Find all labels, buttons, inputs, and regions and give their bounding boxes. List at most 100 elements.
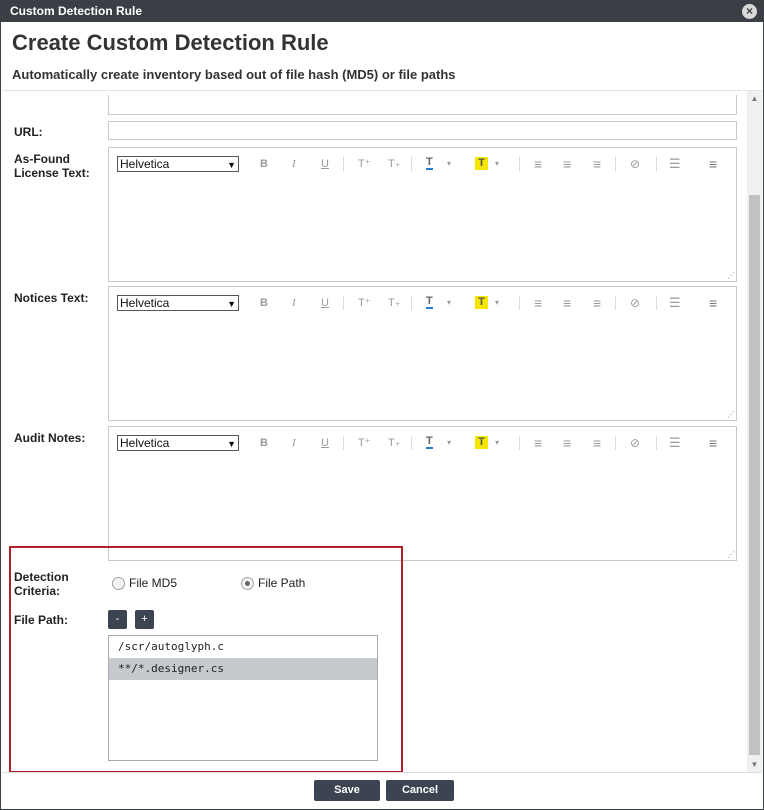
chevron-down-icon: ▼ <box>227 439 236 449</box>
toolbar-divider <box>615 436 616 450</box>
url-input[interactable] <box>108 121 737 140</box>
align-left-icon[interactable]: ≡ <box>534 155 542 173</box>
toolbar-divider <box>411 296 412 310</box>
align-left-icon[interactable]: ≡ <box>534 434 542 452</box>
highlight-icon[interactable]: T <box>475 157 488 170</box>
toolbar-divider <box>519 157 520 171</box>
list-item[interactable]: /scr/autoglyph.c <box>109 636 377 658</box>
font-color-icon[interactable]: T <box>426 294 433 309</box>
file-path-list[interactable]: /scr/autoglyph.c **/*.designer.cs <box>108 635 378 761</box>
font-family-select[interactable]: Helvetica ▼ <box>117 435 239 451</box>
highlight-dropdown-icon[interactable]: ▾ <box>495 155 499 173</box>
highlight-dropdown-icon[interactable]: ▾ <box>495 294 499 312</box>
resize-grip-icon[interactable]: ⋰ <box>727 411 735 419</box>
toolbar-divider <box>343 157 344 171</box>
as-found-license-label-line1: As-Found <box>14 152 70 166</box>
font-color-icon[interactable]: T <box>426 434 433 449</box>
underline-icon[interactable]: U <box>321 155 329 173</box>
subscript-icon[interactable]: T₊ <box>388 434 401 452</box>
italic-icon[interactable]: I <box>292 434 296 452</box>
align-center-icon[interactable]: ≡ <box>563 434 571 452</box>
bold-icon[interactable]: B <box>260 294 268 312</box>
toolbar-divider <box>519 436 520 450</box>
notices-text-label: Notices Text: <box>14 291 89 305</box>
toolbar-divider <box>656 436 657 450</box>
as-found-license-label: As-Found License Text: <box>14 152 90 180</box>
superscript-icon[interactable]: T⁺ <box>358 434 371 452</box>
file-md5-label[interactable]: File MD5 <box>129 576 177 590</box>
file-md5-radio[interactable] <box>112 577 125 590</box>
footer-divider <box>2 772 762 773</box>
link-icon[interactable]: ⊘ <box>630 155 640 173</box>
bulleted-list-icon[interactable]: ☰ <box>669 294 681 312</box>
italic-icon[interactable]: I <box>292 155 296 173</box>
bulleted-list-icon[interactable]: ☰ <box>669 434 681 452</box>
font-color-dropdown-icon[interactable]: ▾ <box>447 155 451 173</box>
file-path-field-label: File Path: <box>14 613 69 627</box>
bold-icon[interactable]: B <box>260 155 268 173</box>
font-family-select[interactable]: Helvetica ▼ <box>117 156 239 172</box>
resize-grip-icon[interactable]: ⋰ <box>727 551 735 559</box>
title-bar: Custom Detection Rule × <box>1 1 763 22</box>
highlight-icon[interactable]: T <box>475 296 488 309</box>
audit-notes-editor[interactable]: Helvetica ▼ B I U T⁺ T₊ T ▾ T ▾ ≡ ≡ ≡ ⊘ ☰… <box>108 426 737 561</box>
toolbar-divider <box>411 436 412 450</box>
detection-criteria-label-line1: Detection <box>14 570 69 584</box>
subscript-icon[interactable]: T₊ <box>388 155 401 173</box>
custom-detection-rule-dialog: Custom Detection Rule × Create Custom De… <box>0 0 764 810</box>
toolbar-divider <box>615 296 616 310</box>
remove-path-button[interactable]: - <box>108 610 127 629</box>
scroll-up-icon[interactable]: ▲ <box>747 91 762 106</box>
underline-icon[interactable]: U <box>321 434 329 452</box>
previous-field-input[interactable] <box>108 95 737 115</box>
page-subtitle: Automatically create inventory based out… <box>12 67 456 82</box>
link-icon[interactable]: ⊘ <box>630 434 640 452</box>
vertical-scrollbar[interactable]: ▲ ▼ <box>747 91 762 772</box>
highlight-icon[interactable]: T <box>475 436 488 449</box>
font-family-select[interactable]: Helvetica ▼ <box>117 295 239 311</box>
add-path-button[interactable]: + <box>135 610 154 629</box>
align-left-icon[interactable]: ≡ <box>534 294 542 312</box>
toolbar-divider <box>656 157 657 171</box>
chevron-down-icon: ▼ <box>227 299 236 309</box>
notices-text-editor[interactable]: Helvetica ▼ B I U T⁺ T₊ T ▾ T ▾ ≡ ≡ ≡ ⊘ ☰… <box>108 286 737 421</box>
link-icon[interactable]: ⊘ <box>630 294 640 312</box>
file-path-radio[interactable] <box>241 577 254 590</box>
justify-icon[interactable]: ≡ <box>709 294 717 312</box>
page-title: Create Custom Detection Rule <box>12 30 329 55</box>
align-center-icon[interactable]: ≡ <box>563 294 571 312</box>
toolbar-divider <box>411 157 412 171</box>
justify-icon[interactable]: ≡ <box>709 434 717 452</box>
subscript-icon[interactable]: T₊ <box>388 294 401 312</box>
file-path-label[interactable]: File Path <box>258 576 305 590</box>
bold-icon[interactable]: B <box>260 434 268 452</box>
justify-icon[interactable]: ≡ <box>709 155 717 173</box>
align-center-icon[interactable]: ≡ <box>563 155 571 173</box>
scroll-down-icon[interactable]: ▼ <box>747 757 762 772</box>
superscript-icon[interactable]: T⁺ <box>358 294 371 312</box>
resize-grip-icon[interactable]: ⋰ <box>727 272 735 280</box>
superscript-icon[interactable]: T⁺ <box>358 155 371 173</box>
list-item[interactable]: **/*.designer.cs <box>109 658 377 680</box>
toolbar-divider <box>656 296 657 310</box>
font-color-icon[interactable]: T <box>426 155 433 170</box>
scroll-thumb[interactable] <box>749 195 760 755</box>
align-right-icon[interactable]: ≡ <box>593 155 601 173</box>
audit-notes-label: Audit Notes: <box>14 431 86 445</box>
window-title: Custom Detection Rule <box>10 4 143 18</box>
align-right-icon[interactable]: ≡ <box>593 294 601 312</box>
as-found-license-editor[interactable]: Helvetica ▼ B I U T⁺ T₊ T ▾ T ▾ ≡ ≡ ≡ ⊘ ☰… <box>108 147 737 282</box>
font-family-value: Helvetica <box>120 296 170 310</box>
underline-icon[interactable]: U <box>321 294 329 312</box>
cancel-button[interactable]: Cancel <box>386 780 454 801</box>
close-icon[interactable]: × <box>742 4 757 19</box>
font-color-dropdown-icon[interactable]: ▾ <box>447 434 451 452</box>
align-right-icon[interactable]: ≡ <box>593 434 601 452</box>
save-button[interactable]: Save <box>314 780 380 801</box>
url-label: URL: <box>14 125 43 139</box>
bulleted-list-icon[interactable]: ☰ <box>669 155 681 173</box>
highlight-dropdown-icon[interactable]: ▾ <box>495 434 499 452</box>
font-color-dropdown-icon[interactable]: ▾ <box>447 294 451 312</box>
italic-icon[interactable]: I <box>292 294 296 312</box>
chevron-down-icon: ▼ <box>227 160 236 170</box>
